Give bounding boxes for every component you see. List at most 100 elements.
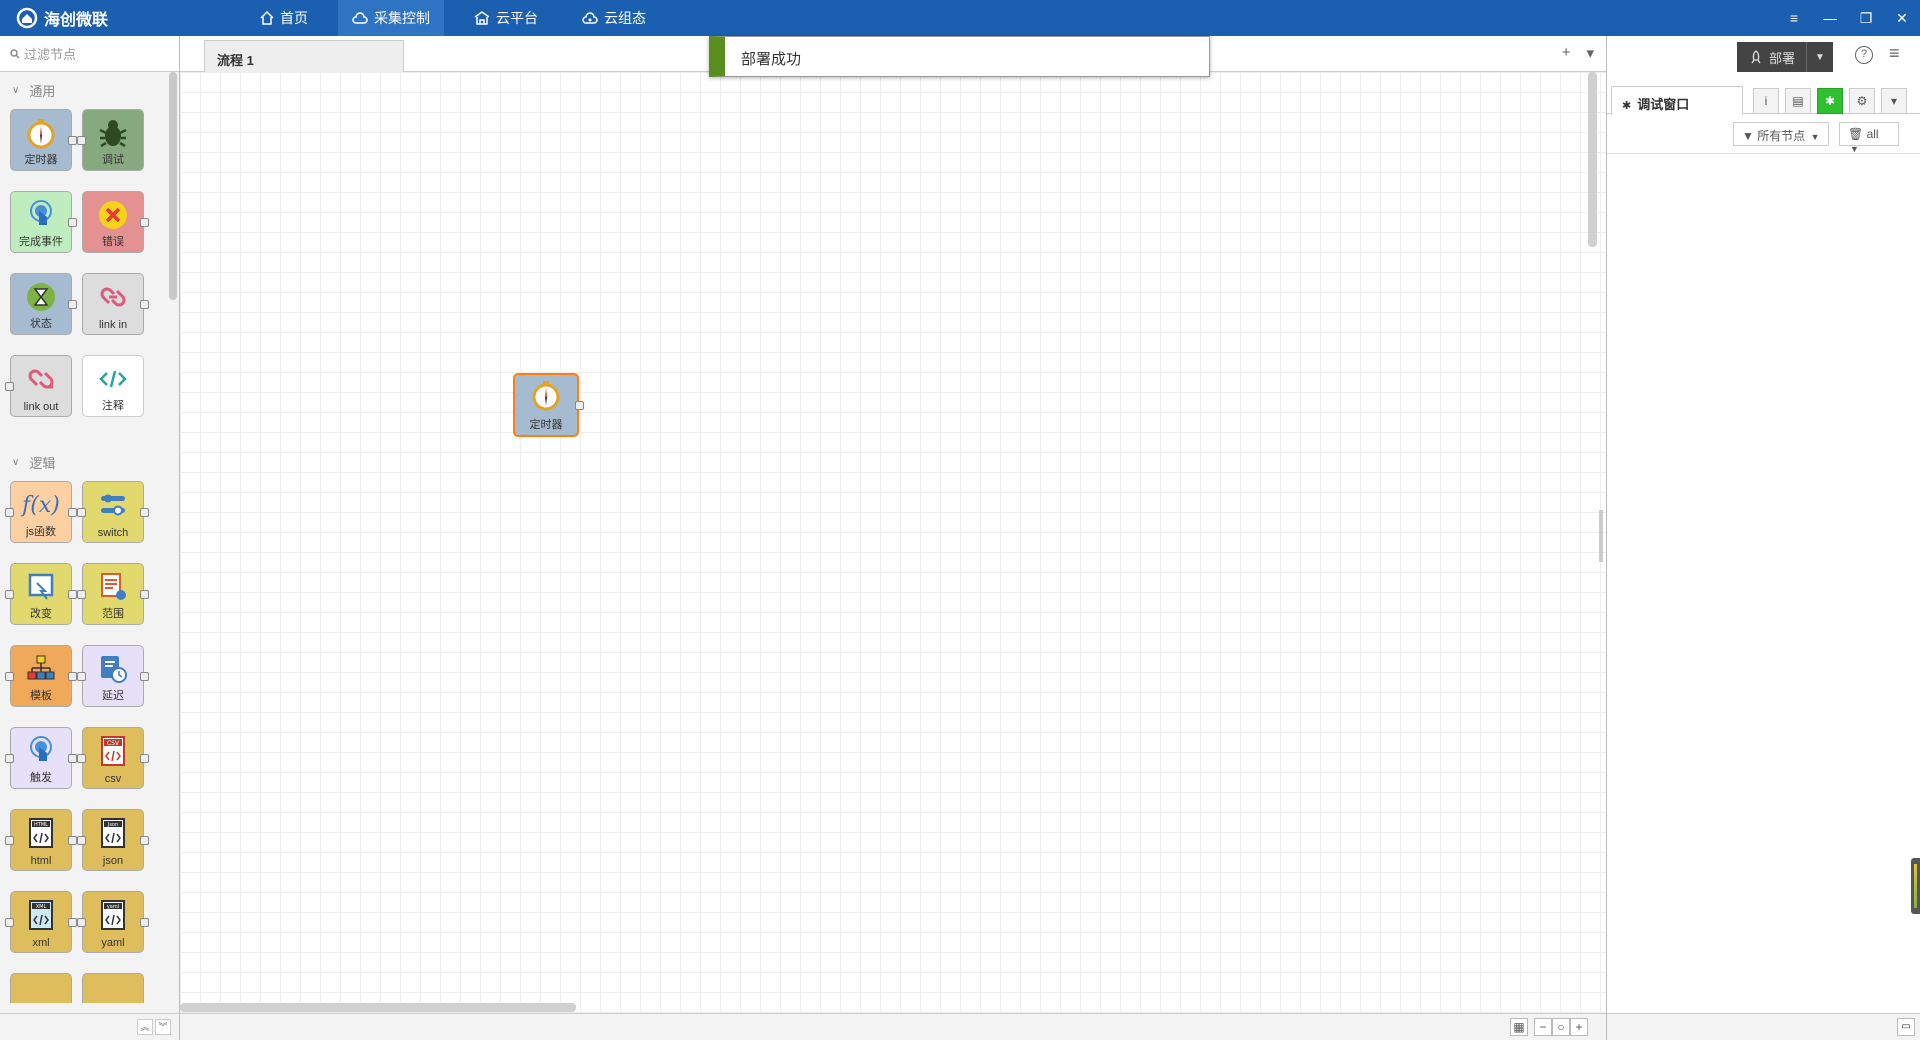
rocket-icon: [1751, 50, 1761, 64]
category-general[interactable]: ∨ 通用: [0, 72, 179, 108]
chevron-down-icon: ∨: [12, 84, 20, 96]
palette-node-partial[interactable]: [82, 973, 144, 1003]
close-button[interactable]: ✕: [1884, 10, 1920, 27]
input-port: [5, 508, 14, 517]
yaml-tag: yaml: [107, 904, 119, 910]
chevron-down-icon: ▼: [1850, 144, 1859, 154]
tab-debug-window[interactable]: ✱ 调试窗口: [1611, 86, 1743, 115]
trash-icon: 🗑: [1848, 127, 1864, 141]
output-port: [140, 754, 149, 763]
cloud-icon: [352, 12, 368, 24]
output-port: [68, 590, 77, 599]
filter-nodes-select[interactable]: ▼ 所有节点 ▼: [1733, 122, 1829, 146]
html-file-icon: HTML: [23, 815, 59, 851]
output-port: [68, 300, 77, 309]
input-port: [77, 136, 86, 145]
platform-icon: [474, 11, 490, 25]
right-sidebar: 部署 ▼ ? ≡ ✱ 调试窗口 i ▤ ✱ ⚙ ▾ ▼ 所有节点 ▼ 🗑 all …: [1606, 36, 1920, 1040]
nav-tab-collect-control[interactable]: 采集控制: [338, 0, 444, 36]
palette-scrollbar[interactable]: [169, 72, 177, 300]
output-port: [68, 918, 77, 927]
palette-node-json[interactable]: Json json: [77, 809, 149, 871]
palette-node-function[interactable]: f(x) js函数: [5, 481, 77, 543]
palette-node-complete[interactable]: 完成事件: [10, 191, 77, 253]
edge-panel-handle[interactable]: [1911, 858, 1920, 914]
palette-node-yaml[interactable]: yaml yaml: [77, 891, 149, 953]
input-port: [5, 672, 14, 681]
nav-tab-cloud-scada[interactable]: 云组态: [568, 0, 660, 36]
zoom-in-button[interactable]: +: [1570, 1018, 1588, 1036]
sidebar-toggle-icon[interactable]: ▭: [1897, 1018, 1915, 1036]
output-port: [68, 836, 77, 845]
flow-canvas[interactable]: 定时器: [180, 72, 1606, 1013]
more-tabs-button[interactable]: ▾: [1881, 88, 1907, 114]
sidebar-resize-handle[interactable]: [1599, 510, 1603, 562]
json-tag: Json: [107, 822, 118, 828]
collapse-all-button[interactable]: ︽: [137, 1019, 153, 1035]
debug-tab-button[interactable]: ✱: [1817, 88, 1843, 114]
expand-all-button[interactable]: ︾: [155, 1019, 171, 1035]
palette-filter[interactable]: 过滤节点: [0, 36, 179, 72]
chevron-down-icon: ∨: [12, 456, 20, 468]
flow-list-button[interactable]: ▾: [1586, 44, 1594, 62]
config-tab-button[interactable]: ⚙: [1849, 88, 1875, 114]
output-port: [140, 836, 149, 845]
hourglass-icon: [23, 279, 59, 315]
deploy-main[interactable]: 部署: [1737, 42, 1807, 72]
palette-footer: ︽ ︾: [0, 1013, 180, 1040]
range-icon: [95, 569, 131, 605]
palette-node-partial[interactable]: [10, 973, 72, 1003]
tab-flow-1[interactable]: 流程 1: [204, 40, 404, 72]
json-file-icon: Json: [95, 815, 131, 851]
sidebar-footer: ▭: [1607, 1013, 1920, 1040]
info-tab-button[interactable]: i: [1753, 88, 1779, 114]
palette-node-comment[interactable]: 注释: [82, 355, 144, 417]
main-menu-icon[interactable]: ≡: [1889, 43, 1900, 64]
add-flow-button[interactable]: +: [1562, 44, 1571, 62]
deploy-options-caret[interactable]: ▼: [1807, 52, 1833, 63]
restore-button[interactable]: ❐: [1848, 10, 1884, 27]
palette-node-template[interactable]: 模板: [5, 645, 77, 707]
clear-messages-select[interactable]: 🗑 all ▼: [1839, 122, 1899, 154]
palette-node-switch[interactable]: switch: [77, 481, 149, 543]
input-port: [5, 754, 14, 763]
sidebar-tabs: ✱ 调试窗口 i ▤ ✱ ⚙ ▾: [1607, 80, 1920, 115]
palette-node-catch[interactable]: 错误: [82, 191, 149, 253]
palette-node-timer[interactable]: 定时器: [10, 109, 77, 171]
palette-node-link-out[interactable]: link out: [5, 355, 72, 417]
output-port[interactable]: [575, 401, 584, 410]
palette-node-status[interactable]: 状态: [10, 273, 77, 335]
canvas-horizontal-scrollbar[interactable]: [180, 1003, 576, 1012]
input-port: [5, 918, 14, 927]
zoom-out-button[interactable]: −: [1534, 1018, 1552, 1036]
deploy-button[interactable]: 部署 ▼: [1737, 42, 1833, 72]
minimize-button[interactable]: —: [1812, 10, 1848, 26]
palette-node-range[interactable]: 范围: [77, 563, 149, 625]
output-port: [140, 508, 149, 517]
palette-node-xml[interactable]: XML xml: [5, 891, 77, 953]
palette-node-csv[interactable]: CSV csv: [77, 727, 149, 789]
zoom-reset-button[interactable]: ○: [1552, 1018, 1570, 1036]
palette-node-trigger[interactable]: 触发: [5, 727, 77, 789]
navigator-button[interactable]: ▦: [1510, 1018, 1528, 1036]
palette-node-change[interactable]: 改变: [5, 563, 77, 625]
category-logic[interactable]: ∨ 逻辑: [0, 444, 179, 480]
app-title: 海创微联: [44, 12, 109, 29]
window-menu-button[interactable]: ≡: [1776, 10, 1812, 26]
palette-node-delay[interactable]: 延迟: [77, 645, 149, 707]
input-port: [5, 836, 14, 845]
nav-tab-home[interactable]: 首页: [246, 0, 322, 36]
flow-node-timer[interactable]: 定时器: [513, 373, 584, 437]
help-tab-button[interactable]: ▤: [1785, 88, 1811, 114]
canvas-vertical-scrollbar[interactable]: [1588, 72, 1597, 247]
palette-node-html[interactable]: HTML html: [5, 809, 77, 871]
search-icon: [10, 48, 20, 59]
deploy-notification: 部署成功: [709, 36, 1210, 77]
link-icon: [95, 279, 131, 315]
palette-node-debug[interactable]: 调试: [77, 109, 144, 171]
help-icon[interactable]: ?: [1855, 46, 1873, 64]
palette-node-link-in[interactable]: link in: [82, 273, 149, 335]
nav-tab-cloud-platform[interactable]: 云平台: [460, 0, 552, 36]
comment-icon: [95, 361, 131, 397]
output-port: [68, 672, 77, 681]
